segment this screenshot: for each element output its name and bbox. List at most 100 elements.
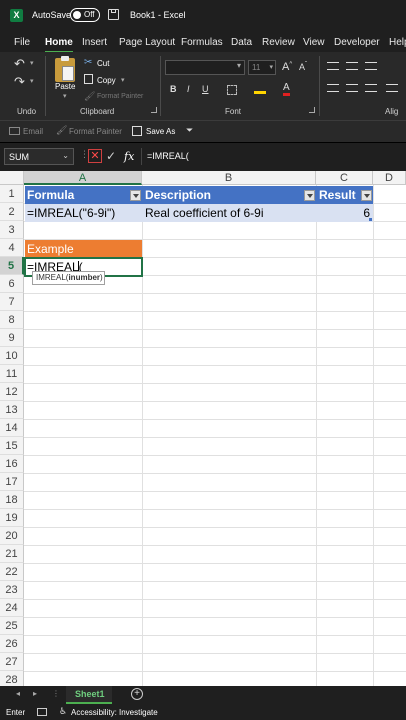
dialog-launcher-icon[interactable] xyxy=(151,107,157,113)
row-header[interactable]: 18 xyxy=(0,491,24,509)
confirm-icon[interactable]: ✓ xyxy=(106,149,116,163)
align-center-icon[interactable] xyxy=(346,84,358,92)
format-painter-icon[interactable]: 🖌 xyxy=(84,91,95,102)
row-header[interactable]: 10 xyxy=(0,347,24,365)
indent-icon[interactable] xyxy=(386,84,398,92)
chevron-down-icon[interactable]: ▾ xyxy=(237,61,241,70)
insert-function-icon[interactable]: fx xyxy=(124,150,134,163)
paste-button[interactable]: Paste xyxy=(55,82,75,91)
align-left-icon[interactable] xyxy=(327,84,339,92)
save-icon[interactable] xyxy=(108,9,119,20)
align-bottom-icon[interactable] xyxy=(365,62,377,70)
row-header[interactable]: 14 xyxy=(0,419,24,437)
column-header-c[interactable]: C xyxy=(316,171,373,185)
format-painter-icon[interactable]: 🖌 xyxy=(56,125,67,136)
tab-review[interactable]: Review xyxy=(262,37,295,48)
undo-icon[interactable]: ↶ xyxy=(14,56,25,72)
align-middle-icon[interactable] xyxy=(346,62,358,70)
sheet-tab-sheet1[interactable]: Sheet1 xyxy=(66,686,112,704)
accessibility-status[interactable]: Accessibility: Investigate xyxy=(71,708,158,717)
tooltip-function[interactable]: IMREAL( xyxy=(36,273,68,282)
chevron-down-icon[interactable]: ▾ xyxy=(30,77,34,85)
chevron-down-icon[interactable]: ▾ xyxy=(63,92,67,100)
customize-toolbar-icon[interactable]: ⏷ xyxy=(186,125,193,136)
formula-input[interactable]: =IMREAL( xyxy=(141,148,406,165)
row-header[interactable]: 19 xyxy=(0,509,24,527)
row-header[interactable]: 8 xyxy=(0,311,24,329)
save-as-icon[interactable] xyxy=(132,126,142,136)
filter-dropdown-button[interactable] xyxy=(361,190,372,201)
tab-data[interactable]: Data xyxy=(231,37,252,48)
row-header[interactable]: 6 xyxy=(0,275,24,293)
row-header[interactable]: 11 xyxy=(0,365,24,383)
row-header[interactable]: 22 xyxy=(0,563,24,581)
row-header[interactable]: 9 xyxy=(0,329,24,347)
tab-insert[interactable]: Insert xyxy=(82,37,107,48)
row-header[interactable]: 12 xyxy=(0,383,24,401)
row-header[interactable]: 13 xyxy=(0,401,24,419)
macro-record-icon[interactable] xyxy=(37,708,47,716)
align-top-icon[interactable] xyxy=(327,62,339,70)
filter-dropdown-button[interactable] xyxy=(130,190,141,201)
row-header[interactable]: 5 xyxy=(0,257,24,275)
chevron-down-icon[interactable]: ▾ xyxy=(121,76,125,84)
cancel-icon[interactable]: ✕ xyxy=(88,149,102,163)
tab-file[interactable]: File xyxy=(14,37,30,48)
row-header[interactable]: 4 xyxy=(0,239,24,257)
redo-icon[interactable]: ↷ xyxy=(14,74,25,90)
tab-home[interactable]: Home xyxy=(45,37,73,53)
save-as-button[interactable]: Save As xyxy=(146,127,175,136)
fill-color-icon[interactable] xyxy=(254,84,266,94)
tab-formulas[interactable]: Formulas xyxy=(181,37,223,48)
name-box[interactable]: SUM ⌄ xyxy=(4,148,74,165)
row-header[interactable]: 15 xyxy=(0,437,24,455)
table-resize-handle[interactable] xyxy=(369,218,372,221)
row-header[interactable]: 3 xyxy=(0,221,24,239)
borders-icon[interactable] xyxy=(227,85,237,95)
decrease-font-icon[interactable]: Aˇ xyxy=(299,62,307,72)
row-header[interactable]: 17 xyxy=(0,473,24,491)
function-tooltip[interactable]: IMREAL(inumber) xyxy=(32,271,105,285)
row-header[interactable]: 7 xyxy=(0,293,24,311)
format-painter-qa-button[interactable]: Format Painter xyxy=(69,127,122,136)
column-header-d[interactable]: D xyxy=(373,171,406,185)
italic-icon[interactable]: I xyxy=(187,84,190,94)
filter-dropdown-button[interactable] xyxy=(304,190,315,201)
tab-developer[interactable]: Developer xyxy=(334,37,380,48)
dialog-launcher-icon[interactable] xyxy=(309,107,315,113)
select-all-corner[interactable] xyxy=(0,171,24,185)
tab-view[interactable]: View xyxy=(303,37,325,48)
align-right-icon[interactable] xyxy=(365,84,377,92)
worksheet-grid[interactable]: A B C D 1 2 3 4 5 6 7 8 9 10 11 12 13 14 15 16 17 18 19 20 2… xyxy=(0,171,406,686)
font-name-select[interactable] xyxy=(165,60,245,75)
cell-c2[interactable]: 6 xyxy=(317,204,370,222)
row-header[interactable]: 20 xyxy=(0,527,24,545)
row-header[interactable]: 1 xyxy=(0,185,24,203)
increase-font-icon[interactable]: A^ xyxy=(282,61,292,73)
tab-help[interactable]: Help xyxy=(389,37,406,48)
add-sheet-icon[interactable]: + xyxy=(131,688,143,700)
cut-icon[interactable]: ✂ xyxy=(84,57,92,68)
column-header-a[interactable]: A xyxy=(24,171,142,185)
copy-icon[interactable] xyxy=(84,74,93,84)
font-color-icon[interactable]: A xyxy=(283,83,290,96)
accessibility-icon[interactable]: ♿ xyxy=(59,706,67,717)
row-header[interactable]: 25 xyxy=(0,617,24,635)
row-header[interactable]: 28 xyxy=(0,671,24,686)
copy-button[interactable]: Copy xyxy=(97,76,116,85)
column-header-b[interactable]: B xyxy=(142,171,316,185)
chevron-down-icon[interactable]: ▾ xyxy=(30,59,34,67)
cell-a2[interactable]: =IMREAL("6-9i") xyxy=(25,204,142,222)
paste-icon[interactable] xyxy=(55,56,75,82)
row-header[interactable]: 23 xyxy=(0,581,24,599)
font-size-select[interactable]: 11 ▾ xyxy=(248,60,276,75)
more-sheets-icon[interactable]: ⋮ xyxy=(52,689,60,698)
row-header[interactable]: 16 xyxy=(0,455,24,473)
bold-icon[interactable]: B xyxy=(170,84,177,94)
cell-b2[interactable]: Real coefficient of 6-9i xyxy=(143,204,316,222)
row-header[interactable]: 21 xyxy=(0,545,24,563)
underline-icon[interactable]: U xyxy=(202,84,209,94)
row-header[interactable]: 27 xyxy=(0,653,24,671)
row-header[interactable]: 2 xyxy=(0,203,24,221)
scroll-right-icon[interactable]: ▸ xyxy=(33,689,37,698)
